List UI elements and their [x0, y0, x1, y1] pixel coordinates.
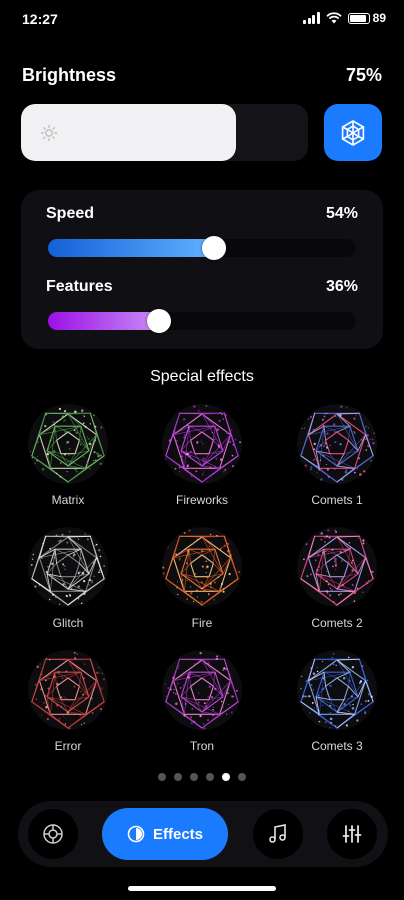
effect-label: Tron	[189, 739, 215, 753]
effect-comets-3[interactable]: Comets 3	[282, 650, 392, 753]
sun-icon	[40, 124, 58, 142]
wifi-icon	[325, 12, 342, 24]
speed-slider-knob[interactable]	[202, 236, 227, 260]
status-time: 12:27	[22, 11, 58, 27]
page-indicator	[0, 773, 404, 781]
page-dot[interactable]	[190, 773, 198, 781]
page-dot[interactable]	[174, 773, 182, 781]
effect-label: Fire	[191, 616, 213, 630]
speed-value: 54%	[325, 205, 358, 222]
speed-slider-fill	[48, 239, 215, 257]
effect-glitch-preview	[28, 527, 108, 607]
effect-fire-preview	[162, 527, 242, 607]
effect-fireworks-preview	[162, 404, 242, 484]
effect-label: Fireworks	[175, 493, 228, 507]
brightness-value: 75%	[345, 65, 382, 85]
nav-palette-button[interactable]	[28, 809, 78, 859]
sliders-card: Speed 54% Features 36%	[21, 190, 383, 349]
features-slider-knob[interactable]	[146, 309, 171, 333]
effect-comets-2-preview	[297, 527, 377, 607]
page-dot[interactable]	[222, 773, 230, 781]
home-indicator	[128, 886, 276, 891]
effect-label: Comets 2	[311, 616, 363, 630]
page-dot[interactable]	[206, 773, 214, 781]
effect-label: Error	[54, 739, 82, 753]
nav-music-button[interactable]	[253, 809, 303, 859]
effect-tron-preview	[162, 650, 242, 730]
effects-icon	[127, 825, 145, 843]
palette-icon	[43, 824, 63, 844]
effect-fireworks[interactable]: Fireworks	[147, 404, 257, 507]
effect-label: Comets 1	[311, 493, 363, 507]
brightness-title: Brightness	[22, 65, 117, 85]
status-bar: 12:27 89	[0, 0, 404, 40]
effect-label: Glitch	[52, 616, 84, 630]
effect-comets-3-preview	[297, 650, 377, 730]
effect-comets-1[interactable]: Comets 1	[282, 404, 392, 507]
effect-tron[interactable]: Tron	[147, 650, 257, 753]
effect-comets-2[interactable]: Comets 2	[282, 527, 392, 630]
effect-comets-1-preview	[297, 404, 377, 484]
battery-icon	[347, 12, 370, 24]
effect-glitch[interactable]: Glitch	[13, 527, 123, 630]
effect-error-preview	[28, 650, 108, 730]
nav-effects-label: Effects	[152, 825, 204, 843]
brightness-slider[interactable]	[21, 104, 308, 161]
effect-error[interactable]: Error	[13, 650, 123, 753]
features-slider-fill	[48, 312, 159, 330]
speed-slider[interactable]	[48, 236, 356, 260]
signal-icon	[303, 12, 320, 24]
battery-indicator: 89	[347, 11, 386, 25]
status-indicators: 89	[303, 11, 386, 25]
page-dot[interactable]	[238, 773, 246, 781]
features-slider[interactable]	[48, 309, 356, 333]
snowflake-icon	[341, 119, 365, 146]
battery-percent: 89	[372, 11, 386, 25]
nav-effects-tab[interactable]: Effects	[102, 808, 228, 860]
effect-label: Matrix	[51, 493, 85, 507]
special-effects-heading: Special effects	[150, 368, 254, 385]
speed-label: Speed	[46, 205, 95, 222]
bottom-nav: Effects	[18, 801, 388, 867]
features-label: Features	[46, 278, 113, 295]
nav-equalizer-button[interactable]	[327, 809, 377, 859]
effect-label: Comets 3	[311, 739, 363, 753]
music-note-icon	[269, 824, 286, 843]
effect-fire[interactable]: Fire	[147, 527, 257, 630]
effect-matrix[interactable]: Matrix	[13, 404, 123, 507]
page-dot[interactable]	[158, 773, 166, 781]
snowflake-button[interactable]	[324, 104, 382, 161]
features-value: 36%	[325, 278, 358, 295]
equalizer-sliders-icon	[342, 825, 362, 843]
effect-matrix-preview	[28, 404, 108, 484]
